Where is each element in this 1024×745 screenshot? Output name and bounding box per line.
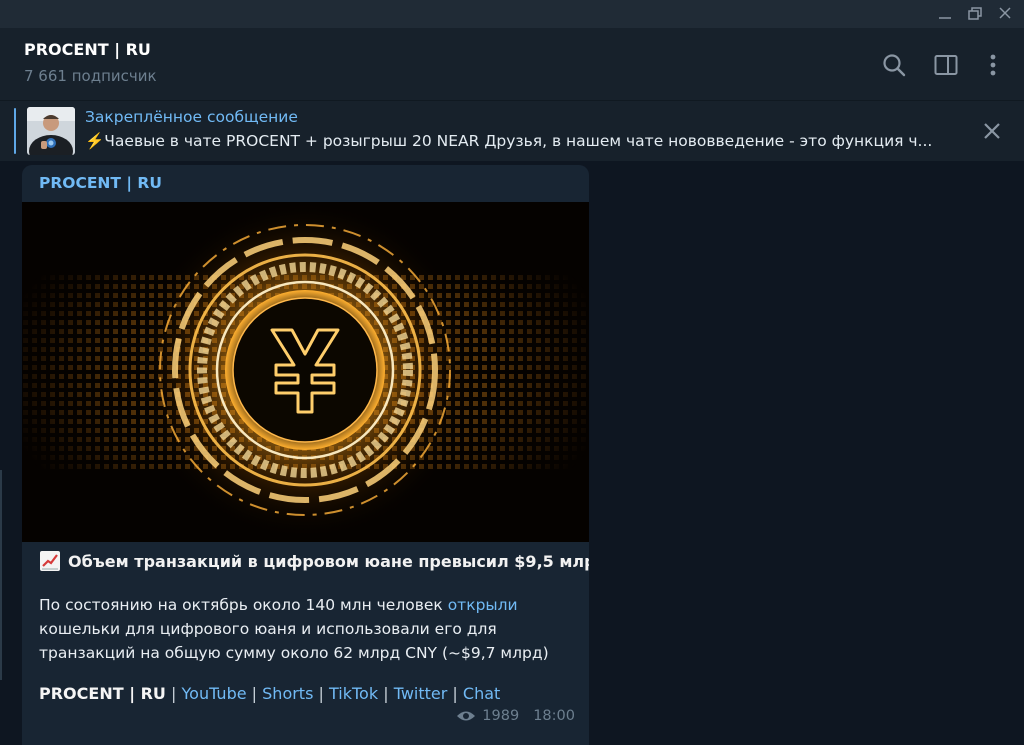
window-titlebar [0, 0, 1024, 28]
message-bubble[interactable]: PROCENT | RU Объем транзакций в цифровом… [22, 165, 589, 745]
chat-header[interactable]: PROCENT | RU 7 661 подписчик [0, 28, 1024, 100]
headline-row: Объем транзакций в цифровом юане превыси… [39, 549, 589, 573]
message-body: По состоянию на октябрь около 140 млн че… [39, 593, 579, 665]
pinned-message-bar[interactable]: Закреплённое сообщение ⚡️Чаевые в чате P… [0, 100, 1024, 161]
separator: | [318, 684, 324, 703]
pinned-thumbnail [27, 107, 75, 155]
pinned-accent-line [14, 108, 16, 154]
sidebar-toggle-icon[interactable] [933, 52, 959, 78]
separator: | [251, 684, 258, 703]
views-eye-icon [456, 709, 476, 723]
close-icon[interactable] [982, 121, 1002, 141]
link-youtube[interactable]: YouTube [182, 684, 247, 703]
restore-icon[interactable] [964, 4, 986, 24]
body-text-end: кошельки для цифрового юаня и использова… [39, 620, 549, 662]
body-link-opened[interactable]: открыли [448, 596, 518, 614]
chart-increasing-icon [39, 550, 61, 572]
link-twitter[interactable]: Twitter [394, 684, 448, 703]
footer-links: PROCENT | RU | YouTube | Shorts | TikTok… [39, 684, 500, 703]
message-headline: Объем транзакций в цифровом юане превыси… [68, 551, 589, 571]
channel-title[interactable]: PROCENT | RU [24, 40, 151, 59]
separator: | [171, 684, 177, 703]
pinned-text: ⚡️Чаевые в чате PROCENT + розыгрыш 20 NE… [85, 132, 933, 150]
link-chat[interactable]: Chat [463, 684, 500, 703]
more-vertical-icon[interactable] [980, 52, 1006, 78]
brand-label: PROCENT | RU [39, 684, 166, 703]
message-time: 18:00 [533, 708, 575, 724]
minimize-icon[interactable] [934, 4, 956, 24]
pinned-title: Закреплённое сообщение [85, 108, 298, 126]
yuan-coin-illustration [22, 202, 589, 542]
scrollbar[interactable] [0, 470, 2, 680]
close-icon[interactable] [994, 4, 1016, 24]
link-shorts[interactable]: Shorts [262, 684, 313, 703]
subscriber-count: 7 661 подписчик [24, 67, 157, 85]
message-author[interactable]: PROCENT | RU [39, 174, 162, 192]
separator: | [383, 684, 389, 703]
view-count: 1989 [482, 708, 520, 724]
body-text-start: По состоянию на октябрь около 140 млн че… [39, 596, 448, 614]
message-photo[interactable] [22, 202, 589, 542]
search-icon[interactable] [881, 52, 907, 78]
message-meta: 1989 18:00 [456, 708, 575, 724]
link-tiktok[interactable]: TikTok [329, 684, 378, 703]
separator: | [452, 684, 458, 703]
